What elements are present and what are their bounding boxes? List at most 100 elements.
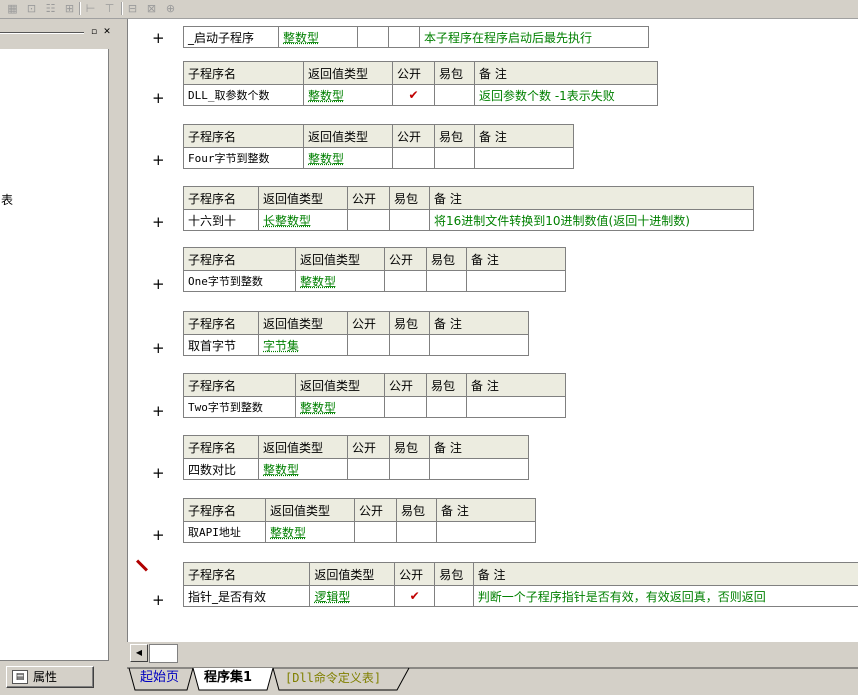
fit-width-icon[interactable]: ⊟ — [124, 1, 141, 16]
table-header: 子程序名 返回值类型 公开 易包 备 注 — [183, 247, 566, 271]
sub-name[interactable]: 取首字节 — [183, 334, 259, 356]
table-row: 取首字节 字节集 — [183, 334, 529, 356]
tree-item-partial[interactable]: 表 — [1, 191, 13, 208]
check-icon[interactable]: ✔ — [392, 84, 435, 106]
sub-name[interactable]: Four字节到整数 — [183, 147, 304, 169]
sub-return-type[interactable]: 字节集 — [263, 339, 299, 353]
expand-icon[interactable]: + — [152, 591, 165, 609]
sub-name[interactable]: One字节到整数 — [183, 270, 296, 292]
sub-easy[interactable] — [388, 26, 420, 48]
sub-easy[interactable] — [426, 270, 467, 292]
sub-note[interactable] — [466, 270, 566, 292]
sub-name[interactable]: DLL_取参数个数 — [183, 84, 304, 106]
subroutine-table: 子程序名 返回值类型 公开 易包 备 注 指针_是否有效 逻辑型 ✔ 判断一个子… — [182, 562, 858, 607]
sub-easy[interactable] — [434, 147, 475, 169]
tab-start-page[interactable]: 起始页 — [140, 669, 179, 687]
width-icon[interactable]: ⊢ — [82, 1, 99, 16]
sub-return-type[interactable]: 整数型 — [263, 463, 299, 477]
sub-name[interactable]: Two字节到整数 — [183, 396, 296, 418]
table-row: Two字节到整数 整数型 — [183, 396, 566, 418]
sub-note[interactable]: 本子程序在程序启动后最先执行 — [419, 26, 649, 48]
sub-note[interactable] — [436, 521, 536, 543]
sub-easy[interactable] — [389, 458, 430, 480]
tab-dll-commands[interactable]: [Dll命令定义表] — [285, 669, 381, 687]
check-icon[interactable]: ✔ — [394, 585, 436, 607]
sub-public[interactable] — [357, 26, 389, 48]
sub-return-type[interactable]: 整数型 — [270, 526, 306, 540]
sub-easy[interactable] — [389, 209, 430, 231]
properties-icon: ▤ — [12, 670, 28, 684]
sub-public[interactable] — [384, 270, 427, 292]
table-row: 四数对比 整数型 — [183, 458, 529, 480]
expand-icon[interactable]: + — [152, 339, 165, 357]
table-header: 子程序名 返回值类型 公开 易包 备 注 — [183, 435, 529, 459]
sub-return-type[interactable]: 整数型 — [278, 26, 358, 48]
sub-return-type[interactable]: 整数型 — [300, 275, 336, 289]
expand-icon[interactable]: + — [152, 213, 165, 231]
expand-icon[interactable]: + — [152, 402, 165, 420]
fit-height-icon[interactable]: ⊠ — [143, 1, 160, 16]
sub-note[interactable] — [474, 147, 574, 169]
sub-return-type[interactable]: 长整数型 — [263, 214, 311, 228]
horizontal-scrollbar[interactable]: ◀ — [127, 642, 858, 664]
sub-easy[interactable] — [396, 521, 437, 543]
sub-note[interactable] — [429, 334, 529, 356]
sub-note[interactable]: 返回参数个数 -1表示失败 — [474, 84, 658, 106]
table-row: Four字节到整数 整数型 — [183, 147, 574, 169]
code-editor[interactable]: + _启动子程序 整数型 本子程序在程序启动后最先执行 子程序名 返回值类型 公… — [127, 19, 858, 642]
split-icon[interactable]: ⊞ — [61, 1, 78, 16]
sub-note[interactable] — [466, 396, 566, 418]
sub-name[interactable]: 四数对比 — [183, 458, 259, 480]
scroll-left-icon[interactable]: ◀ — [130, 644, 148, 662]
sub-easy[interactable] — [434, 585, 474, 607]
sub-return-type[interactable]: 整数型 — [308, 89, 344, 103]
expand-icon[interactable]: + — [152, 151, 165, 169]
table-row: 十六到十 长整数型 将16进制文件转换到10进制数值(返回十进制数) — [183, 209, 754, 231]
table-header: 子程序名 返回值类型 公开 易包 备 注 — [183, 186, 754, 210]
sub-name[interactable]: 取API地址 — [183, 521, 266, 543]
table-header: 子程序名 返回值类型 公开 易包 备 注 — [183, 498, 536, 522]
subroutine-table: 子程序名 返回值类型 公开 易包 备 注 取首字节 字节集 — [183, 311, 529, 356]
sub-note[interactable]: 判断一个子程序指针是否有效，有效返回真，否则返回 — [472, 585, 858, 607]
table-header: 子程序名 返回值类型 公开 易包 备 注 — [183, 61, 658, 85]
table-row: _启动子程序 整数型 本子程序在程序启动后最先执行 — [183, 26, 649, 48]
scroll-track[interactable] — [149, 644, 178, 663]
sub-return-type[interactable]: 整数型 — [300, 401, 336, 415]
sub-name[interactable]: 指针_是否有效 — [182, 585, 311, 607]
restore-icon[interactable]: ▫ — [88, 27, 100, 38]
sub-easy[interactable] — [426, 396, 467, 418]
sub-public[interactable] — [347, 458, 390, 480]
sub-return-type[interactable]: 逻辑型 — [314, 590, 350, 604]
align-icon[interactable]: ☷ — [42, 1, 59, 16]
sub-easy[interactable] — [434, 84, 475, 106]
grid-icon[interactable]: ▦ — [4, 1, 21, 16]
sub-public[interactable] — [392, 147, 435, 169]
center-icon[interactable]: ⊕ — [162, 1, 179, 16]
sub-name[interactable]: _启动子程序 — [183, 26, 279, 48]
subroutine-table: 子程序名 返回值类型 公开 易包 备 注 Four字节到整数 整数型 — [183, 124, 574, 169]
table-header: 子程序名 返回值类型 公开 易包 备 注 — [183, 373, 566, 397]
expand-icon[interactable]: + — [152, 29, 165, 47]
sub-easy[interactable] — [389, 334, 430, 356]
sub-return-type[interactable]: 整数型 — [308, 152, 344, 166]
sub-public[interactable] — [347, 209, 390, 231]
close-icon[interactable]: ✕ — [101, 27, 113, 38]
expand-icon[interactable]: + — [152, 464, 165, 482]
sub-note[interactable]: 将16进制文件转换到10进制数值(返回十进制数) — [429, 209, 754, 231]
sub-public[interactable] — [347, 334, 390, 356]
expand-icon[interactable]: + — [152, 526, 165, 544]
sub-public[interactable] — [384, 396, 427, 418]
panel-tree-view[interactable]: 表 — [0, 49, 109, 661]
expand-icon[interactable]: + — [152, 275, 165, 293]
subroutine-table: 子程序名 返回值类型 公开 易包 备 注 取API地址 整数型 — [183, 498, 536, 543]
sub-public[interactable] — [354, 521, 397, 543]
sub-name[interactable]: 十六到十 — [183, 209, 259, 231]
table-icon[interactable]: ⊡ — [23, 1, 40, 16]
tab-bar: 起始页 程序集1 [Dll命令定义表] — [127, 666, 858, 695]
properties-button[interactable]: ▤ 属性 — [6, 666, 94, 688]
tab-program-set-1[interactable]: 程序集1 — [204, 669, 252, 687]
sub-note[interactable] — [429, 458, 529, 480]
height-icon[interactable]: ⊤ — [101, 1, 118, 16]
table-header: 子程序名 返回值类型 公开 易包 备 注 — [182, 562, 858, 586]
expand-icon[interactable]: + — [152, 89, 165, 107]
